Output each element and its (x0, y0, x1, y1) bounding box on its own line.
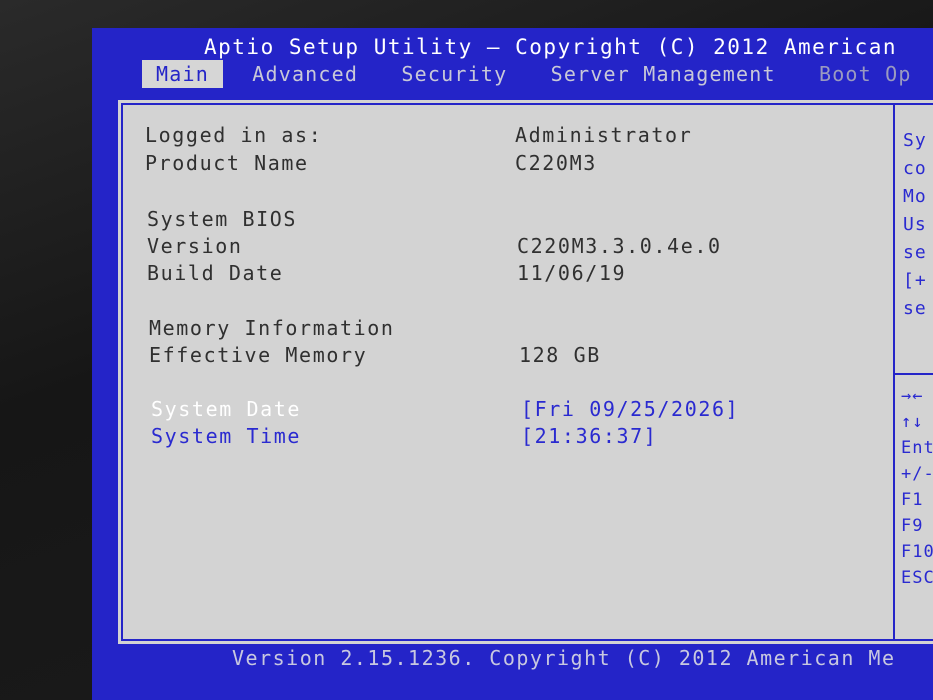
help-line: Sy (903, 130, 927, 151)
system-time-value[interactable]: [21:36:37] (521, 424, 657, 448)
logged-in-value: Administrator (515, 123, 693, 147)
key-hint-f9: F9 (901, 516, 924, 536)
product-name-value: C220M3 (515, 151, 597, 175)
key-hint-esc: ESC (901, 568, 933, 588)
tab-main[interactable]: Main (142, 60, 223, 88)
help-text: Sy co Mo Us se [+ se (903, 127, 927, 323)
title-bar: Aptio Setup Utility – Copyright (C) 2012… (204, 35, 898, 59)
system-time-label[interactable]: System Time (151, 424, 301, 448)
panel-frame: Logged in as: Administrator Product Name… (121, 103, 933, 641)
tab-boot-options[interactable]: Boot Op (805, 60, 926, 88)
build-date-label: Build Date (147, 261, 284, 285)
system-bios-row: System BIOS (147, 207, 297, 231)
help-key-divider (895, 373, 933, 375)
help-line: co (903, 158, 927, 179)
tab-bar: Main Advanced Security Server Management… (142, 60, 928, 88)
system-date-row[interactable]: System Date [Fri 09/25/2026] (151, 397, 738, 421)
bios-screen: Aptio Setup Utility – Copyright (C) 2012… (92, 28, 933, 700)
tab-security[interactable]: Security (387, 60, 521, 88)
effective-memory-value: 128 GB (519, 343, 601, 367)
system-bios-label: System BIOS (147, 207, 298, 231)
system-date-value[interactable]: [Fri 09/25/2026] (521, 397, 739, 421)
help-line: Mo (903, 186, 927, 207)
help-line: [+ (903, 270, 927, 291)
logged-in-row: Logged in as: Administrator (145, 123, 691, 147)
effective-memory-label: Effective Memory (149, 343, 368, 367)
help-line: se (903, 242, 927, 263)
version-label: Version (147, 234, 243, 258)
effective-memory-row: Effective Memory 128 GB (149, 343, 599, 367)
version-row: Version C220M3.3.0.4e.0 (147, 234, 720, 258)
key-hint-select-screen: →← (901, 386, 924, 406)
help-divider (893, 105, 895, 639)
footer-version: Version 2.15.1236. Copyright (C) 2012 Am… (232, 646, 896, 670)
build-date-value: 11/06/19 (517, 261, 627, 285)
key-hint-select-item: ↑↓ (901, 412, 924, 432)
system-time-row[interactable]: System Time [21:36:37] (151, 424, 656, 448)
main-panel: Logged in as: Administrator Product Name… (116, 98, 933, 646)
memory-info-row: Memory Information (149, 316, 395, 340)
key-hint-enter: Ent (901, 438, 933, 458)
help-line: Us (903, 214, 927, 235)
version-value: C220M3.3.0.4e.0 (517, 234, 722, 258)
tab-advanced[interactable]: Advanced (238, 60, 372, 88)
product-name-label: Product Name (145, 151, 309, 175)
logged-in-label: Logged in as: (145, 123, 323, 147)
product-name-row: Product Name C220M3 (145, 151, 595, 175)
key-hints: →← ↑↓ Ent +/- F1 F9 F10 ESC (901, 383, 933, 591)
help-line: se (903, 298, 927, 319)
build-date-row: Build Date 11/06/19 (147, 261, 625, 285)
memory-info-label: Memory Information (149, 316, 395, 340)
key-hint-f1: F1 (901, 490, 924, 510)
system-date-label[interactable]: System Date (151, 397, 301, 421)
key-hint-change-opt: +/- (901, 464, 933, 484)
key-hint-f10: F10 (901, 542, 933, 562)
tab-server-management[interactable]: Server Management (537, 60, 790, 88)
